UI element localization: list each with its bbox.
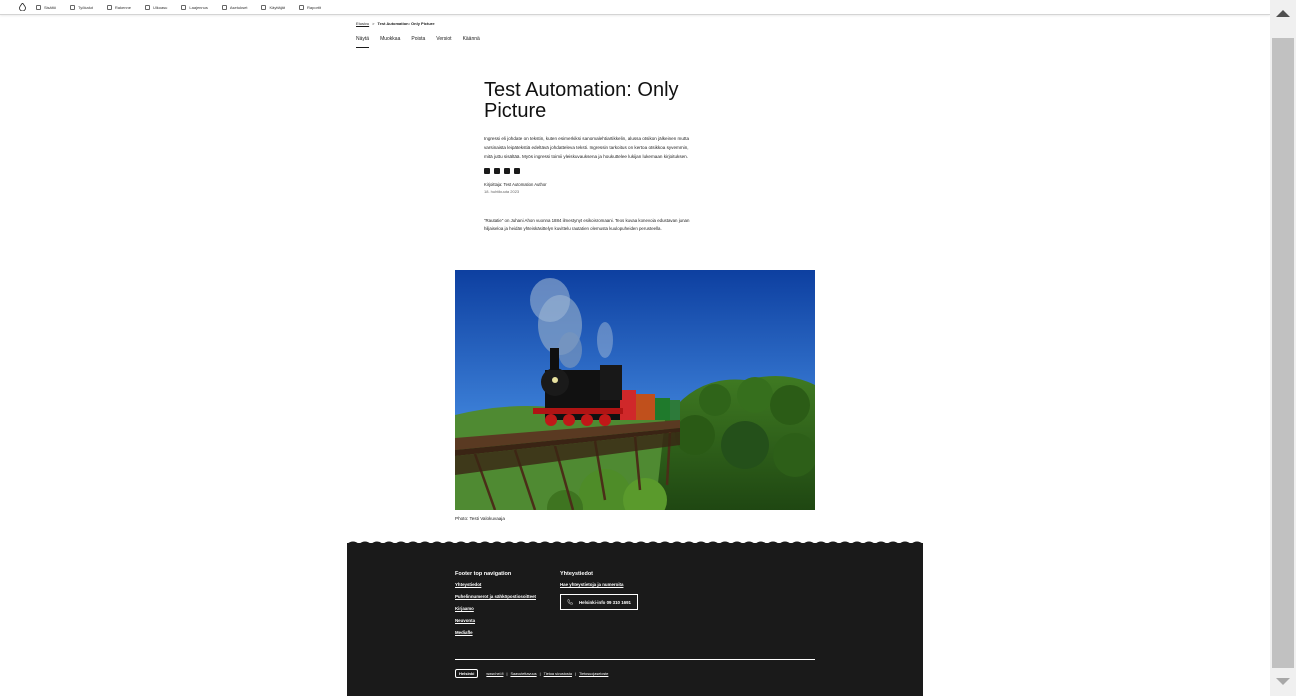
- linkedin-icon[interactable]: [494, 168, 500, 174]
- toolbar-item-2[interactable]: Rakenne: [106, 4, 131, 10]
- email-icon[interactable]: [514, 168, 520, 174]
- breadcrumb-home-link[interactable]: Etusivu: [356, 21, 369, 26]
- site-footer: Footer top navigation Yhteystiedot Puhel…: [347, 543, 923, 696]
- article-date: 18. huhtikuuta 2023: [484, 189, 520, 194]
- reports-icon: [299, 4, 305, 10]
- page-title: Test Automation: Only Picture: [484, 79, 679, 122]
- toolbar-item-0[interactable]: Sisältö: [36, 4, 57, 10]
- phone-icon: [567, 599, 573, 605]
- toolbar-item-label: Laajennus: [189, 4, 208, 10]
- tab-translate[interactable]: Käännä: [463, 35, 480, 48]
- separator: |: [539, 671, 541, 676]
- footer-link-puhelinnumerot[interactable]: Puhelinnumerot ja sähköpostiosoitteet: [455, 594, 536, 599]
- footer-bottom-bar: Helsinki www.hel.fi | Saavutettavuus | T…: [455, 669, 608, 678]
- footer-nav-column: Footer top navigation Yhteystiedot Puhel…: [455, 571, 536, 642]
- article-body: ”Rautatie” on Juhani Ahon vuonna 1884 il…: [484, 218, 690, 231]
- footer-bottom-link-hel[interactable]: www.hel.fi: [486, 672, 503, 676]
- toolbar-item-6[interactable]: Käyttäjät: [261, 4, 286, 10]
- scroll-up-arrow-icon[interactable]: [1276, 10, 1290, 17]
- facebook-icon[interactable]: [484, 168, 490, 174]
- toolbar-item-1[interactable]: Työkalut: [70, 4, 93, 10]
- config-icon: [221, 4, 227, 10]
- twitter-icon[interactable]: [504, 168, 510, 174]
- footer-contact-title: Yhteystiedot: [560, 571, 594, 577]
- footer-contact-column: Yhteystiedot Hae yhteystietoja ja numero…: [560, 571, 638, 610]
- toolbar-item-label: Sisältö: [44, 4, 57, 10]
- footer-link-yhteystiedot[interactable]: Yhteystiedot: [455, 582, 536, 587]
- helsinki-logo[interactable]: Helsinki: [455, 669, 479, 678]
- tools-icon: [70, 4, 76, 10]
- footer-contact-link[interactable]: Hae yhteystietoja ja numeroita: [560, 582, 638, 587]
- breadcrumb: Etusivu > Test Automation: Only Picture: [356, 21, 435, 26]
- toolbar-item-label: Työkalut: [78, 4, 93, 10]
- separator: |: [574, 671, 576, 676]
- toolbar-item-4[interactable]: Laajennus: [181, 4, 208, 10]
- footer-bottom-link-about[interactable]: Tietoa sivustosta: [544, 672, 572, 676]
- scrollbar-thumb[interactable]: [1272, 38, 1294, 668]
- toolbar-item-label: Ulkoasu: [152, 4, 168, 10]
- breadcrumb-current: Test Automation: Only Picture: [377, 21, 435, 26]
- tab-edit[interactable]: Muokkaa: [380, 35, 400, 48]
- toolbar-item-5[interactable]: Asetukset: [221, 4, 248, 10]
- share-buttons: [484, 168, 694, 174]
- admin-toolbar: Sisältö Työkalut Rakenne Ulkoasu Laajennus As…: [0, 0, 1270, 15]
- extend-icon: [181, 4, 187, 10]
- people-icon: [261, 4, 267, 10]
- appearance-icon: [144, 4, 150, 10]
- toolbar-item-3[interactable]: Ulkoasu: [144, 4, 168, 10]
- article-photo: [455, 270, 815, 510]
- article: Test Automation: Only Picture Ingressi e…: [484, 80, 694, 233]
- phone-button[interactable]: Helsinki-info 09 310 1691: [560, 594, 638, 610]
- article-lead: Ingressi eli johdate on tekstin, kuten e…: [484, 136, 690, 159]
- structure-icon: [106, 4, 112, 10]
- tab-view[interactable]: Näytä: [356, 35, 370, 48]
- breadcrumb-separator: >: [372, 21, 375, 26]
- toolbar-item-label: Raportit: [307, 4, 322, 10]
- scroll-down-arrow-icon[interactable]: [1276, 678, 1290, 685]
- footer-divider: [455, 659, 815, 660]
- separator: |: [506, 671, 508, 676]
- content-icon: [36, 4, 41, 10]
- photo-caption: Photo: Testi Valokuvaaja: [455, 516, 505, 521]
- drupal-drop-icon[interactable]: [18, 3, 26, 11]
- footer-bottom-link-accessibility[interactable]: Saavutettavuus: [510, 672, 536, 676]
- toolbar-item-label: Rakenne: [114, 4, 131, 10]
- tab-delete[interactable]: Poista: [411, 35, 425, 48]
- vertical-scrollbar[interactable]: [1270, 0, 1296, 696]
- footer-link-media[interactable]: Mediafle: [455, 630, 536, 635]
- toolbar-item-label: Käyttäjät: [269, 4, 286, 10]
- article-author: Kirjoittaja: Test Automation Author: [484, 182, 547, 187]
- footer-bottom-link-privacy[interactable]: Tietosuojaseloste: [579, 672, 608, 676]
- local-tasks-tabs: Näytä Muokkaa Poista Versiot Käännä: [356, 35, 491, 48]
- tab-revisions[interactable]: Versiot: [436, 35, 451, 48]
- toolbar-item-label: Asetukset: [229, 4, 248, 10]
- footer-nav-title: Footer top navigation: [455, 571, 512, 577]
- footer-link-kirjaamo[interactable]: Kirjaamo: [455, 606, 536, 611]
- footer-link-neuvonta[interactable]: Neuvonta: [455, 618, 536, 623]
- phone-number: Helsinki-info 09 310 1691: [579, 599, 631, 605]
- toolbar-item-7[interactable]: Raportit: [299, 4, 322, 10]
